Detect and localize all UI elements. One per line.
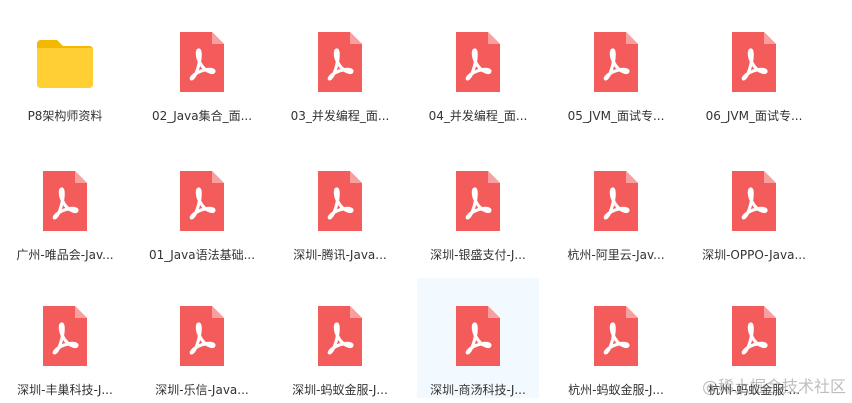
- pdf-icon: [308, 30, 372, 94]
- file-name: 深圳-OPPO-Java...: [702, 248, 806, 262]
- file-item[interactable]: 03_并发编程_面...: [279, 4, 401, 124]
- file-name: 杭州-阿里云-Jav...: [567, 248, 665, 262]
- pdf-icon: [170, 30, 234, 94]
- file-name: P8架构师资料: [27, 109, 103, 123]
- file-name: 深圳-商汤科技-J...: [430, 383, 526, 397]
- file-item[interactable]: 深圳-蚂蚁金服-J...: [279, 278, 401, 398]
- file-item[interactable]: P8架构师资料: [4, 4, 126, 124]
- file-item[interactable]: 深圳-银盛支付-J...: [417, 143, 539, 263]
- pdf-icon: [308, 169, 372, 233]
- file-name: 杭州-蚂蚁金服-...: [707, 383, 801, 397]
- file-item[interactable]: 02_Java集合_面...: [141, 4, 263, 124]
- file-item[interactable]: 杭州-阿里云-Jav...: [555, 143, 677, 263]
- file-name: 深圳-蚂蚁金服-J...: [292, 383, 388, 397]
- file-name: 01_Java语法基础...: [148, 248, 256, 262]
- file-name: 广州-唯品会-Jav...: [16, 248, 114, 262]
- file-item[interactable]: 深圳-OPPO-Java...: [693, 143, 815, 263]
- pdf-icon: [722, 169, 786, 233]
- file-name: 02_Java集合_面...: [151, 109, 253, 123]
- file-name: 深圳-丰巢科技-J...: [17, 383, 113, 397]
- pdf-icon: [446, 304, 510, 368]
- file-item[interactable]: 06_JVM_面试专...: [693, 4, 815, 124]
- file-name: 深圳-乐信-Java...: [155, 383, 249, 397]
- file-name: 深圳-银盛支付-J...: [430, 248, 526, 262]
- pdf-icon: [446, 169, 510, 233]
- file-item[interactable]: 深圳-丰巢科技-J...: [4, 278, 126, 398]
- file-name: 04_并发编程_面...: [428, 109, 528, 123]
- pdf-icon: [446, 30, 510, 94]
- file-item[interactable]: 杭州-蚂蚁金服-...: [693, 278, 815, 398]
- pdf-icon: [722, 304, 786, 368]
- file-item[interactable]: 深圳-腾讯-Java...: [279, 143, 401, 263]
- file-grid: P8架构师资料 02_Java集合_面... 03_并发编程_面... 04_并…: [0, 0, 852, 403]
- pdf-icon: [170, 304, 234, 368]
- pdf-icon: [584, 304, 648, 368]
- file-item[interactable]: 广州-唯品会-Jav...: [4, 143, 126, 263]
- file-name: 杭州-蚂蚁金服-J...: [568, 383, 664, 397]
- folder-icon: [33, 30, 97, 94]
- pdf-icon: [308, 304, 372, 368]
- pdf-icon: [170, 169, 234, 233]
- file-name: 03_并发编程_面...: [290, 109, 390, 123]
- file-name: 深圳-腾讯-Java...: [293, 248, 387, 262]
- pdf-icon: [584, 30, 648, 94]
- file-item[interactable]: 04_并发编程_面...: [417, 4, 539, 124]
- file-name: 06_JVM_面试专...: [705, 109, 803, 123]
- pdf-icon: [584, 169, 648, 233]
- file-item[interactable]: 深圳-乐信-Java...: [141, 278, 263, 398]
- pdf-icon: [33, 304, 97, 368]
- file-item[interactable]: 深圳-商汤科技-J...: [417, 278, 539, 398]
- file-item[interactable]: 杭州-蚂蚁金服-J...: [555, 278, 677, 398]
- pdf-icon: [722, 30, 786, 94]
- file-name: 05_JVM_面试专...: [567, 109, 665, 123]
- pdf-icon: [33, 169, 97, 233]
- file-item[interactable]: 05_JVM_面试专...: [555, 4, 677, 124]
- file-item[interactable]: 01_Java语法基础...: [141, 143, 263, 263]
